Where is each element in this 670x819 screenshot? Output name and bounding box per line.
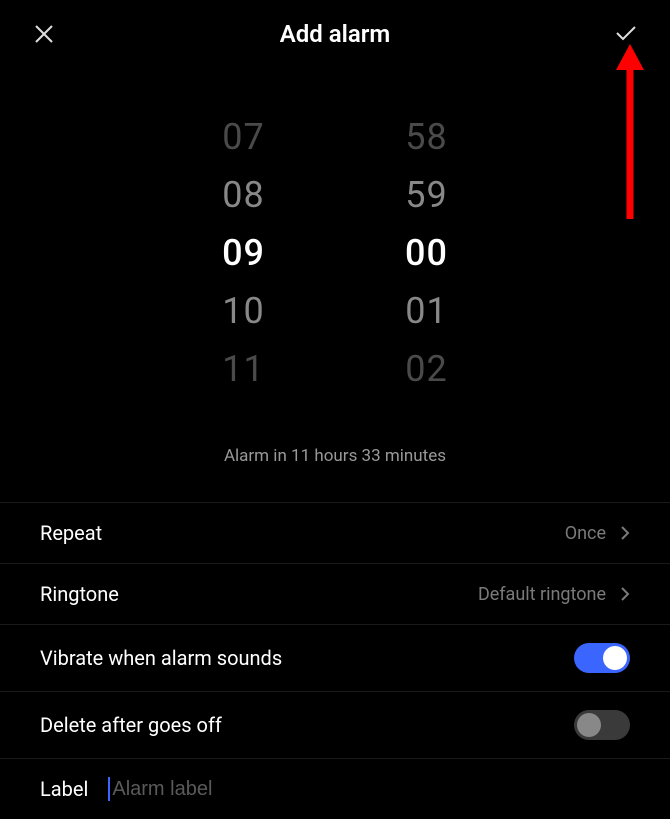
minute-option[interactable]: 58 [405,108,447,166]
minute-option[interactable]: 59 [405,166,447,224]
vibrate-toggle[interactable] [574,643,630,673]
repeat-value: Once [565,523,606,544]
close-button[interactable] [30,20,58,48]
label-row: Label [0,758,670,819]
label-field-label: Label [40,777,88,801]
alarm-label-input[interactable] [112,778,630,801]
page-title: Add alarm [58,20,612,48]
toggle-knob [577,713,601,737]
minute-picker[interactable]: 58 59 00 01 02 [405,108,448,398]
hour-option[interactable]: 10 [222,282,264,340]
ringtone-label: Ringtone [40,582,119,606]
hour-option[interactable]: 08 [222,166,264,224]
delete-after-label: Delete after goes off [40,713,222,737]
hour-option-selected[interactable]: 09 [222,224,265,282]
check-icon [612,20,640,48]
hour-option[interactable]: 11 [222,340,264,398]
vibrate-row: Vibrate when alarm sounds [0,624,670,691]
delete-after-row: Delete after goes off [0,691,670,758]
repeat-row[interactable]: Repeat Once [0,502,670,563]
alarm-countdown-text: Alarm in 11 hours 33 minutes [0,428,670,494]
toggle-knob [603,646,627,670]
ringtone-value: Default ringtone [478,584,606,605]
chevron-right-icon [620,525,630,541]
minute-option-selected[interactable]: 00 [405,224,448,282]
vibrate-label: Vibrate when alarm sounds [40,646,282,670]
ringtone-row[interactable]: Ringtone Default ringtone [0,563,670,624]
repeat-label: Repeat [40,521,102,545]
chevron-right-icon [620,586,630,602]
minute-option[interactable]: 01 [405,282,447,340]
confirm-button[interactable] [612,20,640,48]
hour-option[interactable]: 07 [222,108,264,166]
text-cursor [108,777,110,801]
close-icon [32,22,56,46]
minute-option[interactable]: 02 [405,340,447,398]
delete-after-toggle[interactable] [574,710,630,740]
hour-picker[interactable]: 07 08 09 10 11 [222,108,265,398]
